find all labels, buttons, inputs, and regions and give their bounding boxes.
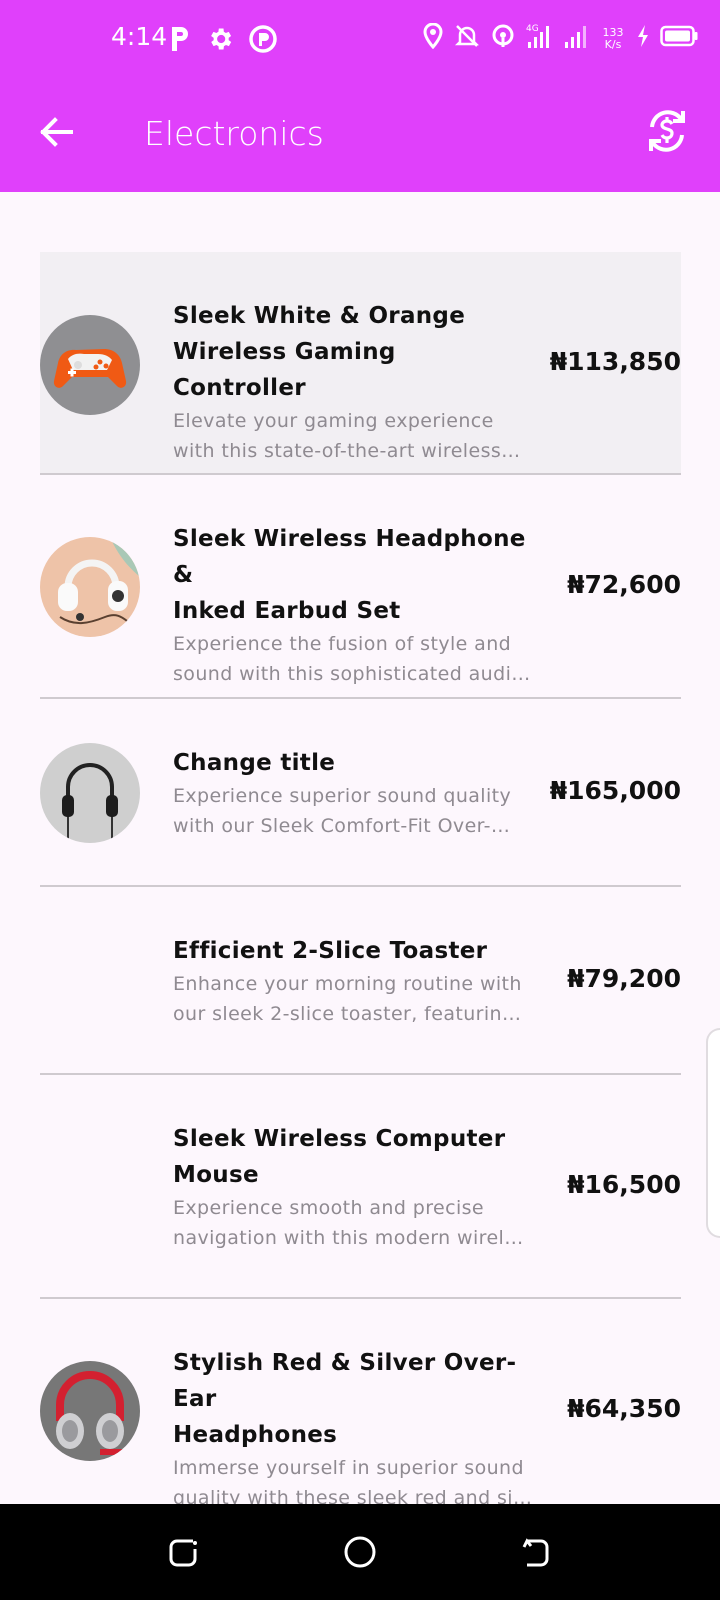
recents-icon xyxy=(167,1535,201,1574)
product-price: ₦165,000 xyxy=(549,776,681,805)
product-description: navigation with this modern wirele… xyxy=(173,1227,533,1249)
product-description: Experience smooth and precise xyxy=(173,1197,485,1219)
product-description: Experience the fusion of style and xyxy=(173,633,512,655)
signal-icon xyxy=(564,23,590,54)
product-description: Enhance your morning routine with xyxy=(173,973,522,995)
status-left-icons xyxy=(168,24,278,59)
product-item[interactable]: Sleek Wireless Headphone & Inked Earbud … xyxy=(40,475,681,699)
black-headphones-image xyxy=(40,743,140,843)
product-item[interactable]: Sleek White & Orange Wireless Gaming Con… xyxy=(40,252,681,475)
product-price: ₦16,500 xyxy=(567,1170,681,1199)
product-title: Inked Earbud Set xyxy=(173,598,401,624)
hotspot-icon xyxy=(490,23,516,54)
status-bar: 4:14 4G 133 K/s xyxy=(0,0,720,80)
battery-icon xyxy=(660,25,698,52)
status-time: 4:14 xyxy=(111,22,168,51)
app-bar: Electronics xyxy=(0,80,720,192)
currency-exchange-button[interactable] xyxy=(642,108,692,158)
product-description: sound with this sophisticated audi… xyxy=(173,663,531,685)
svg-text:4G: 4G xyxy=(526,24,539,34)
status-right-icons: 4G 133 K/s xyxy=(422,22,698,55)
signal-4g-icon: 4G xyxy=(526,22,554,55)
product-title: Wireless Gaming Controller xyxy=(173,339,396,401)
product-price: ₦113,850 xyxy=(549,347,681,376)
back-button[interactable] xyxy=(34,112,78,156)
product-title: Efficient 2-Slice Toaster xyxy=(173,938,488,964)
currency-exchange-icon xyxy=(643,107,691,160)
parking-icon xyxy=(168,25,192,58)
product-text: Sleek White & Orange Wireless Gaming Con… xyxy=(173,298,533,466)
back-gesture-button[interactable] xyxy=(516,1534,556,1574)
settings-icon xyxy=(206,25,234,58)
product-text: Sleek Wireless Headphone & Inked Earbud … xyxy=(173,521,533,689)
bell-off-icon xyxy=(454,23,480,54)
product-price: ₦79,200 xyxy=(567,964,681,993)
product-item[interactable]: Change title Experience superior sound q… xyxy=(40,699,681,887)
navigation-bar xyxy=(0,1504,720,1600)
home-icon xyxy=(343,1535,377,1574)
product-title: Stylish Red & Silver Over-Ear xyxy=(173,1350,517,1412)
product-description: our sleek 2-slice toaster, featuring … xyxy=(173,1003,533,1025)
product-title: Mouse xyxy=(173,1162,259,1188)
product-price: ₦72,600 xyxy=(567,570,681,599)
product-item[interactable]: Stylish Red & Silver Over-Ear Headphones… xyxy=(40,1299,681,1523)
product-text: Sleek Wireless Computer Mouse Experience… xyxy=(173,1121,533,1253)
net-speed: 133 K/s xyxy=(600,26,626,51)
product-description: with our Sleek Comfort-Fit Over-… xyxy=(173,815,511,837)
product-text: Change title Experience superior sound q… xyxy=(173,745,533,841)
page-title: Electronics xyxy=(144,114,324,153)
headphones-earbuds-image xyxy=(40,537,140,637)
product-title: Headphones xyxy=(173,1422,338,1448)
back-gesture-icon xyxy=(519,1535,553,1574)
product-list: Sleek White & Orange Wireless Gaming Con… xyxy=(40,252,681,1523)
charging-icon xyxy=(636,24,650,53)
product-item[interactable]: Sleek Wireless Computer Mouse Experience… xyxy=(40,1075,681,1299)
product-description: Immerse yourself in superior sound xyxy=(173,1457,524,1479)
product-item[interactable]: Efficient 2-Slice Toaster Enhance your m… xyxy=(40,887,681,1075)
game-controller-image xyxy=(40,315,140,415)
recents-button[interactable] xyxy=(164,1534,204,1574)
net-speed-unit: K/s xyxy=(604,37,622,51)
home-button[interactable] xyxy=(340,1534,380,1574)
product-title: Change title xyxy=(173,750,336,776)
red-headphones-image xyxy=(40,1361,140,1461)
product-title: Sleek Wireless Headphone & xyxy=(173,526,526,588)
product-price: ₦64,350 xyxy=(567,1394,681,1423)
product-title: Sleek White & Orange xyxy=(173,303,466,329)
product-description: Elevate your gaming experience xyxy=(173,410,494,432)
product-text: Efficient 2-Slice Toaster Enhance your m… xyxy=(173,933,533,1029)
arrow-left-icon xyxy=(39,116,73,152)
edge-panel-handle[interactable] xyxy=(706,1028,720,1238)
sync-icon xyxy=(248,24,278,59)
location-icon xyxy=(422,22,444,54)
product-text: Stylish Red & Silver Over-Ear Headphones… xyxy=(173,1345,533,1513)
product-description: Experience superior sound quality xyxy=(173,785,512,807)
product-description: with this state-of-the-art wireless… xyxy=(173,440,521,462)
product-title: Sleek Wireless Computer xyxy=(173,1126,506,1152)
